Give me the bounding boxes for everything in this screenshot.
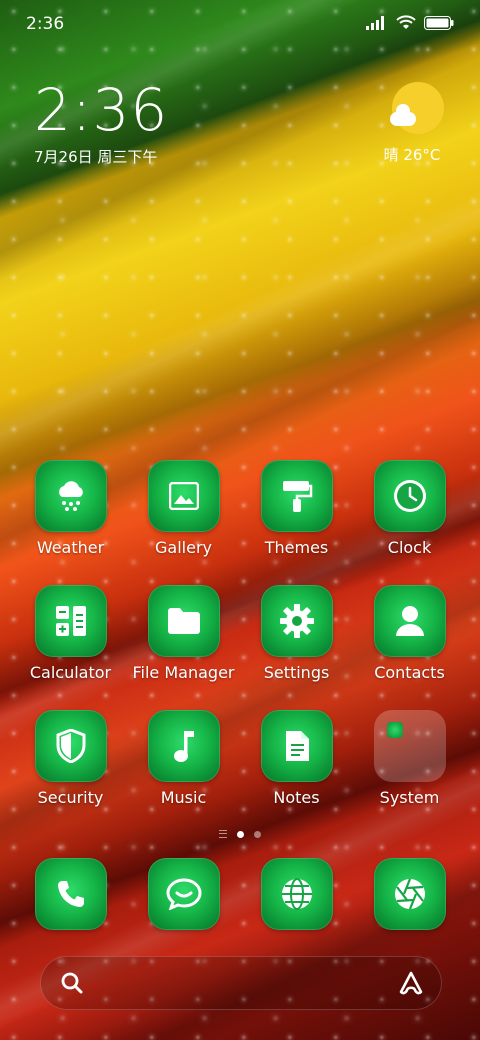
app-label: System <box>379 788 440 807</box>
clock-icon <box>373 460 446 532</box>
status-bar: 2:36 <box>0 0 480 48</box>
dock-browser[interactable] <box>261 858 333 930</box>
message-icon <box>148 858 220 930</box>
camera-aperture-icon <box>374 858 446 930</box>
search-icon[interactable] <box>60 971 84 995</box>
app-file-manager[interactable]: File Manager <box>127 585 240 693</box>
folder-group-icon <box>373 710 446 782</box>
weather-text: 晴 26°C <box>383 146 441 164</box>
app-label: File Manager <box>132 663 235 682</box>
widget-date: 7月26日 周三下午 <box>34 148 158 166</box>
battery-icon <box>424 15 454 30</box>
app-label: Notes <box>273 788 320 807</box>
phone-icon <box>35 858 107 930</box>
app-label: Settings <box>263 663 330 682</box>
widget-time: 2:36 <box>34 76 169 144</box>
dock-messages[interactable] <box>148 858 220 930</box>
shield-icon <box>34 710 107 782</box>
image-icon <box>147 460 220 532</box>
app-gallery[interactable]: Gallery <box>127 460 240 568</box>
music-note-icon <box>147 710 220 782</box>
paint-roller-icon <box>260 460 333 532</box>
page-dot-active[interactable] <box>237 830 244 838</box>
calculator-icon <box>34 585 107 657</box>
page-indicator[interactable] <box>0 830 480 838</box>
weather-widget[interactable]: 晴 26°C <box>380 82 444 165</box>
app-label: Weather <box>36 538 105 557</box>
app-label: Themes <box>264 538 329 557</box>
app-label: Calculator <box>29 663 112 682</box>
signal-icon <box>366 15 384 30</box>
app-label: Music <box>160 788 207 807</box>
app-contacts[interactable]: Contacts <box>353 585 466 693</box>
app-calculator[interactable]: Calculator <box>14 585 127 693</box>
status-time: 2:36 <box>26 14 65 34</box>
wifi-icon <box>396 15 416 29</box>
app-music[interactable]: Music <box>127 710 240 818</box>
status-icons <box>366 15 454 30</box>
document-icon <box>260 710 333 782</box>
page-dot[interactable] <box>254 830 261 838</box>
dock-phone[interactable] <box>35 858 107 930</box>
app-weather[interactable]: Weather <box>14 460 127 568</box>
app-label: Security <box>37 788 104 807</box>
person-icon <box>373 585 446 657</box>
app-label: Gallery <box>155 538 212 557</box>
list-view-icon[interactable] <box>219 830 227 838</box>
partly-sunny-icon <box>390 82 444 134</box>
app-label: Contacts <box>374 663 445 682</box>
app-themes[interactable]: Themes <box>240 460 353 568</box>
assistant-icon[interactable] <box>398 970 424 996</box>
gear-icon <box>260 585 333 657</box>
dock-camera[interactable] <box>374 858 446 930</box>
clock-widget[interactable]: 2:36 7月26日 周三下午 <box>34 78 168 167</box>
app-clock[interactable]: Clock <box>353 460 466 568</box>
app-security[interactable]: Security <box>14 710 127 818</box>
weather-snow-cloud-icon <box>34 460 107 532</box>
globe-icon <box>261 858 333 930</box>
app-notes[interactable]: Notes <box>240 710 353 818</box>
search-bar[interactable] <box>40 956 442 1010</box>
app-label: Clock <box>387 538 432 557</box>
folder-icon <box>147 585 220 657</box>
app-settings[interactable]: Settings <box>240 585 353 693</box>
folder-system[interactable]: System <box>353 710 466 818</box>
